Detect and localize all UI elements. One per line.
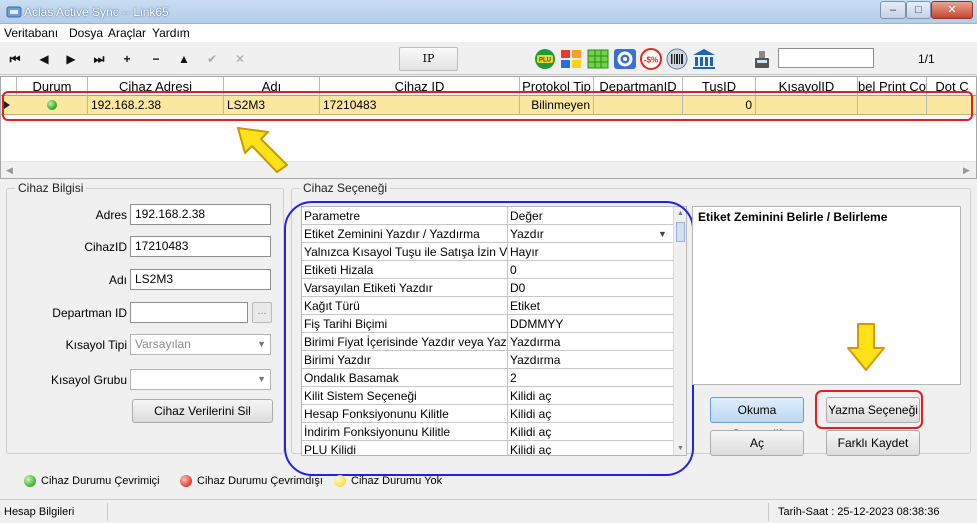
scroll-left-icon[interactable]: ◀ (1, 163, 18, 178)
status-legend: Cihaz Durumu Çevrimiçi Cihaz Durumu Çevr… (0, 462, 977, 496)
address-label: Adres (95, 208, 127, 222)
status-separator (768, 503, 769, 521)
legend-online-label: Cihaz Durumu Çevrimiçi (41, 475, 160, 487)
account-info-label: Hesap Bilgileri (4, 506, 75, 518)
option-description-panel: Etiket Zeminini Belirle / Belirleme (692, 206, 961, 385)
shortcut-type-select[interactable]: Varsayılan ▼ (130, 334, 271, 355)
option-description-text: Etiket Zeminini Belirle / Belirleme (698, 210, 888, 224)
read-options-button[interactable]: Okuma Seçeneği (710, 397, 804, 441)
next-record-button[interactable]: ▶ (61, 50, 81, 68)
cancel-edit-button[interactable]: ✕ (230, 50, 250, 68)
department-icon[interactable] (559, 48, 583, 70)
ip-button[interactable]: IP (399, 47, 458, 71)
row-highlight-box (2, 91, 973, 121)
annotation-arrow-up-icon (237, 127, 288, 173)
address-field[interactable]: 192.168.2.38 (130, 204, 271, 225)
department-id-label: Departman ID (52, 306, 127, 320)
delete-device-data-button[interactable]: Cihaz Verilerini Sil (132, 399, 273, 423)
barcode-icon[interactable] (665, 48, 689, 70)
app-icon (6, 6, 22, 18)
menu-veritabani[interactable]: Veritabanı (4, 26, 58, 40)
online-status-icon (24, 475, 36, 487)
legend-offline-label: Cihaz Durumu Çevrimdışı (197, 475, 323, 487)
toolbar: ⏮ ◀ ▶ ⏭ + − ▲ ✔ ✕ IP PLU -$% 1/1 (0, 42, 977, 75)
table-icon[interactable] (586, 48, 610, 70)
page-indicator: 1/1 (918, 52, 935, 66)
legend-none-label: Cihaz Durumu Yok (351, 475, 443, 487)
name-label: Adı (108, 273, 127, 287)
close-button[interactable]: ✕ (931, 1, 973, 19)
window-title: Aclas Active Sync -- Link65 (24, 5, 169, 19)
status-bar: Hesap Bilgileri Tarih-Saat : 25-12-2023 … (0, 499, 977, 523)
prev-record-button[interactable]: ◀ (34, 50, 54, 68)
menu-yardim[interactable]: Yardım (152, 26, 190, 40)
shortcut-type-label: Kısayol Tipi (65, 338, 127, 352)
device-options-title: Cihaz Seçeneği (300, 181, 391, 195)
shortcut-type-value: Varsayılan (135, 337, 191, 351)
save-as-button[interactable]: Farklı Kaydet (826, 430, 920, 456)
device-id-label: CihazID (84, 240, 127, 254)
settings-icon[interactable] (613, 48, 637, 70)
title-bar: Aclas Active Sync -- Link65 – □ ✕ (0, 0, 977, 24)
plu-icon-text: PLU (539, 58, 551, 64)
plu-icon[interactable]: PLU (533, 48, 557, 70)
minimize-button[interactable]: – (880, 1, 906, 19)
edit-record-button[interactable]: ▲ (174, 50, 194, 68)
maximize-button[interactable]: □ (906, 1, 931, 19)
menu-dosya[interactable]: Dosya (69, 26, 103, 40)
status-separator (107, 503, 108, 521)
write-button-highlight-box (815, 390, 923, 429)
bank-icon[interactable] (692, 48, 716, 70)
post-edit-button[interactable]: ✔ (202, 50, 222, 68)
delete-record-button[interactable]: − (146, 50, 166, 68)
last-record-button[interactable]: ⏭ (89, 50, 109, 68)
scroll-right-icon[interactable]: ▶ (958, 163, 975, 178)
department-id-field[interactable] (130, 302, 248, 323)
shortcut-group-select[interactable]: ▼ (130, 369, 271, 390)
menu-araclar[interactable]: Araçlar (108, 26, 146, 40)
chevron-down-icon: ▼ (257, 374, 266, 384)
open-button[interactable]: Aç (710, 430, 804, 456)
discount-icon[interactable]: -$% (639, 48, 663, 70)
department-browse-button[interactable]: ... (252, 302, 272, 323)
scale-icon[interactable] (752, 48, 772, 70)
shortcut-group-label: Kısayol Grubu (50, 373, 127, 387)
datetime-label: Tarih-Saat : 25-12-2023 08:38:36 (778, 506, 940, 518)
annotation-arrow-down-icon (847, 323, 885, 371)
name-field[interactable]: LS2M3 (130, 269, 271, 290)
no-status-icon (334, 475, 346, 487)
add-record-button[interactable]: + (117, 50, 137, 68)
parameters-highlight-box (284, 201, 694, 476)
device-info-title: Cihaz Bilgisi (15, 181, 87, 195)
grid-horizontal-scrollbar[interactable]: ◀ ▶ (1, 161, 976, 178)
offline-status-icon (180, 475, 192, 487)
first-record-button[interactable]: ⏮ (5, 50, 25, 68)
discount-icon-text: -$% (644, 56, 658, 65)
toolbar-search-input[interactable] (778, 48, 874, 68)
device-id-field[interactable]: 17210483 (130, 236, 271, 257)
menu-bar: Veritabanı Dosya Araçlar Yardım (0, 24, 977, 42)
chevron-down-icon: ▼ (257, 339, 266, 349)
